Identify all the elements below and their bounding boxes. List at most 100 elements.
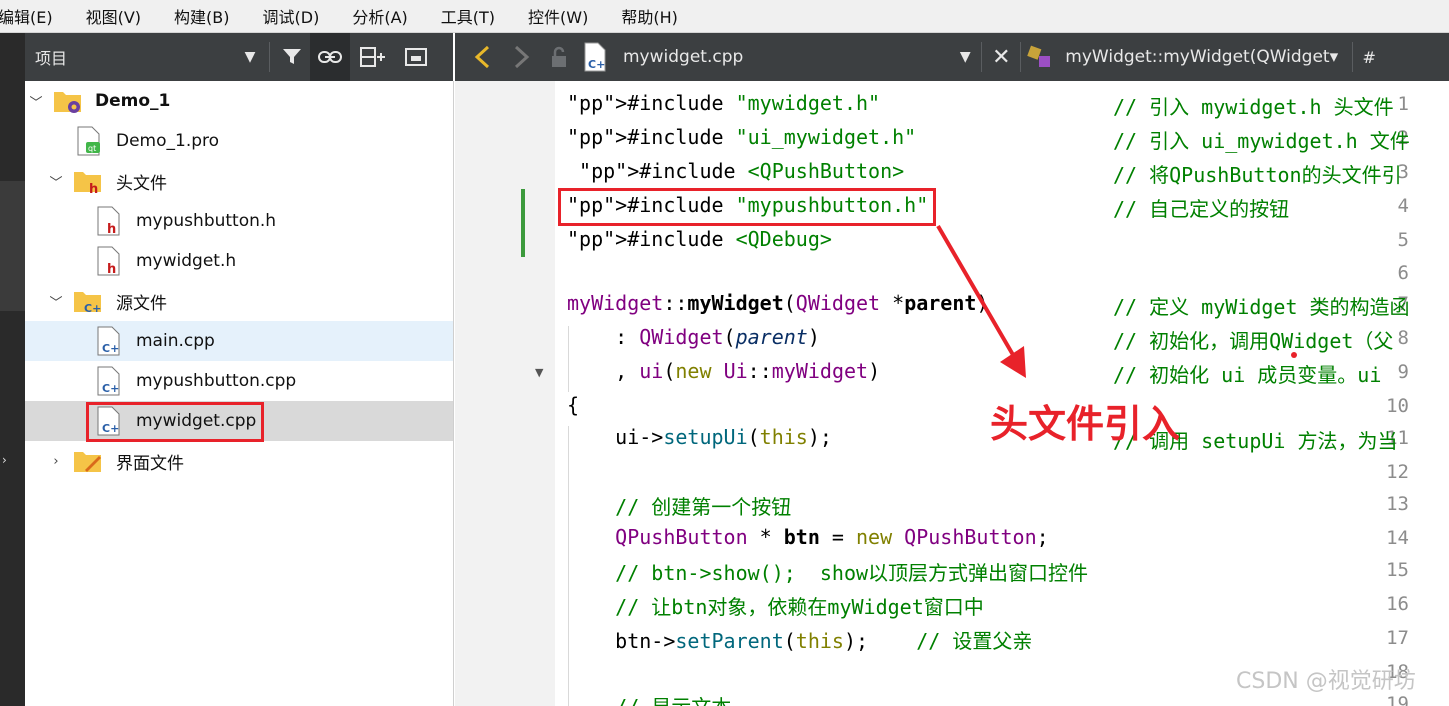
code-line: myWidget::myWidget(QWidget *parent) <box>567 291 988 315</box>
svg-text:C+: C+ <box>84 302 101 315</box>
code-comment: // 引入 mywidget.h 头文件 <box>1113 95 1394 119</box>
chevron-right-icon[interactable]: › <box>47 454 65 469</box>
line-number: 12 <box>1386 461 1409 483</box>
chevron-down-icon[interactable]: ﹀ <box>47 172 65 191</box>
close-icon[interactable]: ✕ <box>986 33 1016 81</box>
code-line: QPushButton * btn = new QPushButton; <box>615 525 1049 549</box>
code-comment: // 定义 myWidget 类的构造函 <box>1113 295 1410 319</box>
line-number: 15 <box>1386 559 1409 581</box>
cpp-file-icon: C+ <box>579 33 611 81</box>
header-file-icon: h <box>95 206 123 237</box>
svg-text:qt: qt <box>88 144 96 153</box>
code-line: "pp">#include <QPushButton> <box>579 159 905 183</box>
tree-item-mypushbutton-h[interactable]: h mypushbutton.h <box>25 201 453 241</box>
line-number: 6 <box>1397 262 1409 284</box>
code-comment: // 初始化，调用QWidget（父 <box>1113 329 1394 353</box>
svg-text:h: h <box>107 262 116 276</box>
tree-label: mypushbutton.h <box>136 211 277 231</box>
menu-view[interactable]: 视图(V) <box>86 4 141 28</box>
symbol-icon <box>1025 33 1057 81</box>
annotation-arrow-icon <box>936 224 1026 378</box>
fold-arrow-icon[interactable]: ▼ <box>535 366 543 379</box>
code-line: "pp">#include <QDebug> <box>567 227 832 251</box>
lock-icon[interactable] <box>539 33 579 81</box>
code-line: : QWidget(parent) <box>567 325 820 349</box>
tree-item-pro[interactable]: qt Demo_1.pro <box>25 121 453 161</box>
code-line: // btn->show(); show以顶层方式弹出窗口控件 <box>567 561 1089 585</box>
cursor-dot <box>1291 352 1297 358</box>
line-number: 13 <box>1386 493 1409 515</box>
watermark: CSDN @视觉研坊 <box>1236 669 1416 694</box>
project-icon <box>53 86 81 116</box>
close-panel-icon[interactable] <box>396 33 436 81</box>
line-number: 17 <box>1386 627 1409 649</box>
line-number: 4 <box>1397 195 1409 217</box>
chevron-down-icon[interactable]: ﹀ <box>27 92 45 111</box>
file-highlight-box <box>86 402 264 442</box>
tree-item-demo1[interactable]: ﹀ Demo_1 <box>25 81 453 121</box>
code-line: // 显示文本 <box>567 691 731 706</box>
tree-label: mypushbutton.cpp <box>136 371 297 391</box>
tree-item-sources[interactable]: ﹀ C+ 源文件 <box>25 281 453 321</box>
tree-item-forms[interactable]: › 界面文件 <box>25 441 453 481</box>
menu-edit[interactable]: 编辑(E) <box>0 4 53 28</box>
back-icon[interactable] <box>463 33 503 81</box>
code-line: ui->setupUi(this); <box>567 425 832 449</box>
line-number-gutter <box>455 81 555 706</box>
menu-debug[interactable]: 调试(D) <box>263 4 320 28</box>
tree-item-headers[interactable]: ﹀ h 头文件 <box>25 161 453 201</box>
editor-file-name[interactable]: mywidget.cpp <box>623 47 743 67</box>
pro-file-icon: qt <box>75 126 103 156</box>
menu-bar: 编辑(E) 视图(V) 构建(B) 调试(D) 分析(A) 工具(T) 控件(W… <box>0 0 1449 33</box>
forward-icon[interactable] <box>503 33 539 81</box>
tree-label: mywidget.h <box>136 251 237 271</box>
hash-icon[interactable]: # <box>1357 33 1381 81</box>
mode-sidebar: › <box>0 33 25 706</box>
project-panel-title: 项目 <box>35 49 68 68</box>
chevron-down-icon[interactable]: ▼ <box>953 33 977 81</box>
editor-toolbar: C+ mywidget.cpp ▼ ✕ myWidget::myWidget(Q… <box>455 33 1449 81</box>
tree-label: 源文件 <box>116 293 167 314</box>
toolbar-divider <box>269 42 270 72</box>
menu-analyze[interactable]: 分析(A) <box>352 4 407 28</box>
line-number: 10 <box>1386 395 1409 417</box>
tree-item-mypushbutton-cpp[interactable]: C+ mypushbutton.cpp <box>25 361 453 401</box>
tree-item-mywidget-h[interactable]: h mywidget.h <box>25 241 453 281</box>
code-editor[interactable]: ▼ 1 2 3 4 5 6 7 8 9 10 11 12 13 14 15 16… <box>455 81 1449 706</box>
tree-item-main-cpp[interactable]: C+ main.cpp <box>25 321 453 361</box>
svg-text:C+: C+ <box>102 342 119 355</box>
menu-help[interactable]: 帮助(H) <box>621 4 678 28</box>
toolbar-divider <box>981 42 983 72</box>
code-comment: // 自己定义的按钮 <box>1113 197 1290 221</box>
chevron-down-icon[interactable]: ﹀ <box>47 292 65 311</box>
line-number: 14 <box>1386 527 1409 549</box>
code-line: "pp">#include "ui_mywidget.h" <box>567 125 917 149</box>
menu-widgets[interactable]: 控件(W) <box>528 4 588 28</box>
function-selector[interactable]: myWidget::myWidget(QWidget▾ <box>1065 47 1338 67</box>
mode-sidebar-active[interactable] <box>0 181 25 311</box>
tree-label: Demo_1.pro <box>116 131 220 151</box>
header-folder-icon: h <box>73 166 101 197</box>
code-comment: // 初始化 ui 成员变量。ui <box>1113 363 1382 387</box>
form-folder-icon <box>73 446 101 476</box>
code-line: // 让btn对象，依赖在myWidget窗口中 <box>567 595 984 619</box>
svg-text:h: h <box>107 222 116 236</box>
menu-tools[interactable]: 工具(T) <box>441 4 495 28</box>
link-icon[interactable] <box>310 33 350 81</box>
menu-build[interactable]: 构建(B) <box>174 4 229 28</box>
code-line: { <box>567 393 580 417</box>
tree-label: Demo_1 <box>95 91 171 111</box>
tree-label: 头文件 <box>116 173 167 194</box>
code-line: btn->setParent(this); // 设置父亲 <box>567 629 1033 653</box>
svg-text:C+: C+ <box>588 58 605 71</box>
project-panel-toolbar: 项目 ▼ <box>25 33 453 81</box>
filter-icon[interactable] <box>274 33 310 81</box>
split-add-icon[interactable] <box>350 33 396 81</box>
chevron-down-icon[interactable]: ▼ <box>235 33 265 81</box>
toolbar-divider <box>1352 42 1354 72</box>
code-comment: // 将QPushButton的头文件引 <box>1113 163 1402 187</box>
project-tree: ﹀ Demo_1 qt Demo_1.pro ﹀ h 头文件 h mypushb… <box>25 81 454 706</box>
include-highlight-box <box>558 188 936 226</box>
toolbar-divider <box>1020 42 1022 72</box>
expand-arrow-icon[interactable]: › <box>2 453 7 467</box>
